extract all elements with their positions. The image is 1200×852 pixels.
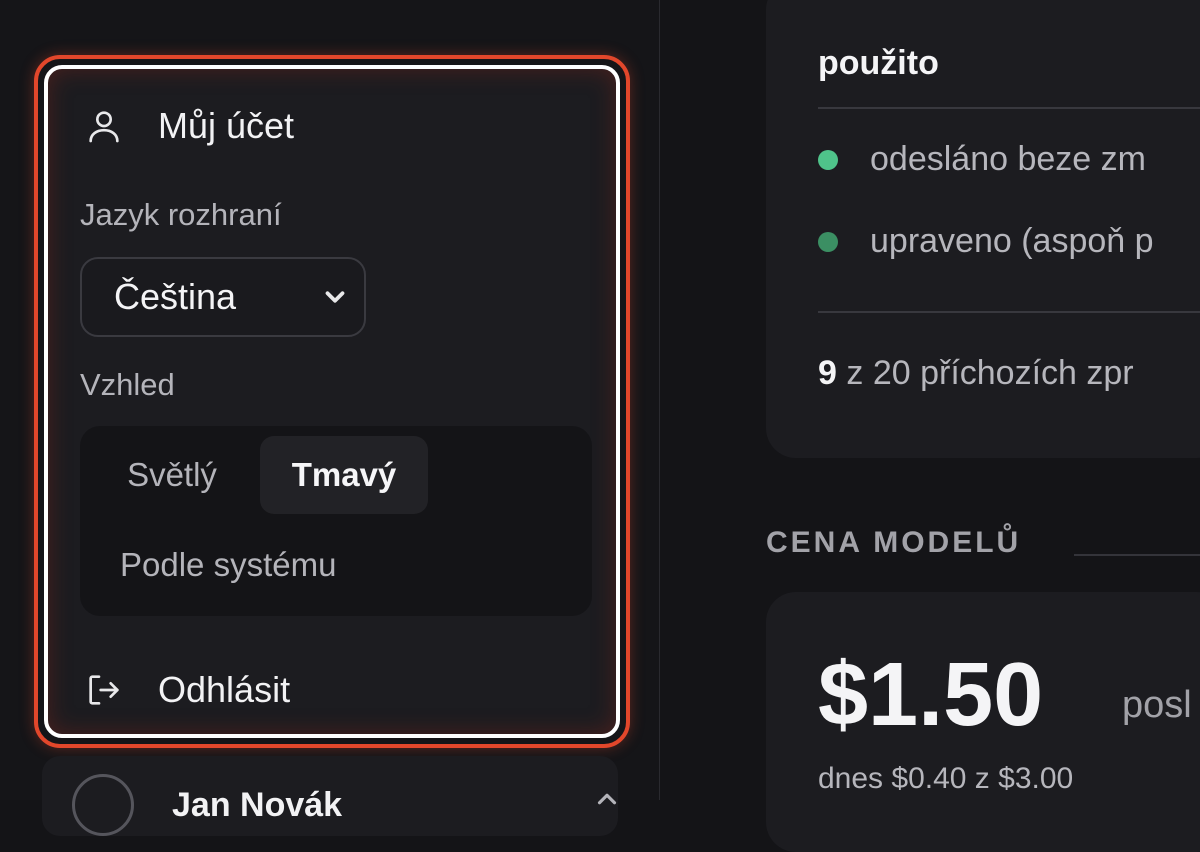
theme-option-dark[interactable]: Tmavý [260,436,428,514]
user-name: Jan Novák [172,786,343,824]
divider [818,311,1200,313]
theme-option-light[interactable]: Světlý [102,436,242,514]
price-suffix: posl [1122,684,1192,726]
logout-label: Odhlásit [158,669,291,710]
incoming-count: 9 z 20 příchozích zpr [818,354,1134,393]
user-icon [89,111,119,143]
legend-label: odesláno beze zm [870,140,1146,178]
legend-dot-icon [818,149,838,170]
usage-card-title: použito [818,44,939,82]
incoming-count-text: z 20 příchozích zpr [846,354,1134,392]
avatar [72,774,134,836]
divider [818,107,1200,109]
theme-selector: Světlý Tmavý Podle systému [80,426,592,616]
chevron-up-icon [597,793,617,805]
section-rule [1074,554,1200,556]
user-profile-button[interactable]: Jan Novák [42,756,618,836]
language-label: Jazyk rozhraní [80,197,282,232]
chevron-down-icon [325,291,345,303]
pricing-card: $1.50 posl dnes $0.40 z $3.00 [766,592,1200,852]
logout-menu-item[interactable]: Odhlásit [84,669,290,711]
daily-spend: dnes $0.40 z $3.00 [818,762,1074,795]
language-selected-value: Čeština [114,276,237,317]
model-pricing-heading: CENA MODELŮ [766,526,1022,559]
my-account-label: Můj účet [158,105,295,146]
account-menu-panel: Můj účet Jazyk rozhraní Čeština Vzhled S… [44,65,620,738]
logout-icon [89,675,119,705]
incoming-count-value: 9 [818,354,837,392]
price-amount: $1.50 [818,645,1044,745]
appearance-label: Vzhled [80,367,175,402]
my-account-menu-item[interactable]: Můj účet [84,105,294,147]
sidebar: Můj účet Jazyk rozhraní Čeština Vzhled S… [0,0,660,836]
legend-dot-icon [818,231,838,252]
legend-item-sent-unchanged: odesláno beze zm [818,140,1146,179]
theme-option-system[interactable]: Podle systému [120,526,336,604]
usage-card: použito odesláno beze zm upraveno (aspoň… [766,0,1200,458]
legend-item-edited: upraveno (aspoň p [818,222,1154,261]
account-menu-popover: Můj účet Jazyk rozhraní Čeština Vzhled S… [34,55,630,748]
legend-label: upraveno (aspoň p [870,222,1154,260]
language-select[interactable]: Čeština [80,257,366,337]
